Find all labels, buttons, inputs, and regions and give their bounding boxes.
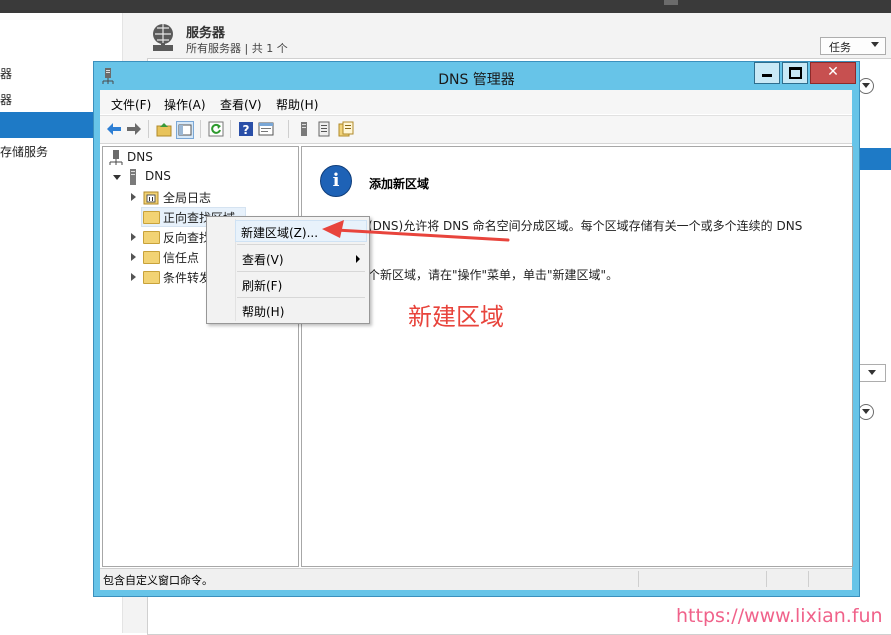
folder-icon <box>143 251 160 264</box>
tree-label-dns-server: DNS <box>145 169 171 183</box>
menu-separator <box>237 297 365 298</box>
chevron-down-icon <box>871 42 879 47</box>
toolbar-separator <box>288 120 289 138</box>
servers-title: 服务器 <box>186 26 226 41</box>
collapsed-arrow-icon[interactable] <box>131 273 136 281</box>
menu-item-view-label: 查看(V) <box>242 253 284 267</box>
menu-file[interactable]: 文件(F) <box>111 96 151 113</box>
menu-bar: 文件(F) 操作(A) 查看(V) 帮助(H) <box>100 90 852 114</box>
close-button[interactable]: ✕ <box>810 62 856 84</box>
list-icon[interactable] <box>316 121 332 137</box>
tree-label-trust-points: 信任点 <box>163 251 200 265</box>
tasks-dropdown-2[interactable] <box>858 364 886 382</box>
help-icon[interactable]: ? <box>238 121 254 137</box>
maximize-button[interactable] <box>782 62 808 84</box>
watermark-text: https://www.lixian.fun <box>676 605 883 627</box>
detail-title: 添加新区域 <box>369 177 430 191</box>
server-icon[interactable] <box>296 121 312 137</box>
toolbar-separator <box>200 120 201 138</box>
nav-item-2[interactable]: 器 <box>0 91 12 108</box>
refresh-icon[interactable] <box>208 121 224 137</box>
dns-root-icon <box>109 150 123 165</box>
tree-label-dns-root: DNS <box>127 150 153 164</box>
menu-item-view[interactable]: 查看(V) <box>208 247 368 269</box>
folder-icon <box>143 231 160 244</box>
detail-pane: i 添加新区域 域名系统(DNS)允许将 DNS 命名空间分成区域。每个区域存储… <box>301 146 853 567</box>
show-hide-tree-icon[interactable] <box>176 121 194 139</box>
status-divider <box>808 571 809 587</box>
servers-subtitle: 所有服务器 | 共 1 个 <box>186 42 288 55</box>
tree-label-reverse-zones: 反向查找 <box>163 231 212 245</box>
info-icon: i <box>320 165 352 197</box>
properties-icon[interactable] <box>258 121 274 137</box>
chevron-down-icon <box>868 370 876 375</box>
menu-action[interactable]: 操作(A) <box>164 96 206 113</box>
top-title-bar <box>0 0 891 13</box>
menu-item-refresh[interactable]: 刷新(F) <box>208 273 368 295</box>
menu-view[interactable]: 查看(V) <box>220 96 262 113</box>
server-row-selected[interactable] <box>858 148 891 170</box>
folder-icon <box>143 211 160 224</box>
collapsed-arrow-icon[interactable] <box>131 233 136 241</box>
tree-node-dns-server[interactable]: DNS <box>113 168 293 186</box>
svg-text:?: ? <box>243 123 250 137</box>
top-bar-accent <box>664 0 678 5</box>
submenu-arrow-icon <box>356 255 360 263</box>
menu-item-new-zone-label: 新建区域(Z)... <box>241 226 319 240</box>
tree-label-conditional-forwarders: 条件转发 <box>163 271 212 285</box>
maximize-icon <box>789 67 802 79</box>
forward-icon[interactable] <box>126 121 142 137</box>
menu-help[interactable]: 帮助(H) <box>276 96 318 113</box>
tasks-label: 任务 <box>829 41 851 54</box>
menu-item-help[interactable]: 帮助(H) <box>208 299 368 321</box>
tree-label-global-logs: 全局日志 <box>163 191 212 205</box>
servers-icon <box>153 24 173 51</box>
tree-node-dns-root[interactable]: DNS <box>107 149 287 167</box>
toolbar-separator <box>148 120 149 138</box>
minimize-icon <box>762 74 772 77</box>
status-divider <box>766 571 767 587</box>
menu-item-new-zone[interactable]: 新建区域(Z)... <box>235 220 367 242</box>
status-bar: 包含自定义窗口命令。 <box>100 568 852 590</box>
collapsed-arrow-icon[interactable] <box>131 253 136 261</box>
up-folder-icon[interactable] <box>156 121 172 137</box>
nav-item-storage-services[interactable]: 存储服务 <box>0 143 48 160</box>
context-menu: 新建区域(Z)... 查看(V) 刷新(F) 帮助(H) <box>206 216 370 324</box>
back-icon[interactable] <box>106 121 122 137</box>
server-icon <box>130 169 136 185</box>
minimize-button[interactable] <box>754 62 780 84</box>
expand-circle-icon[interactable] <box>858 78 874 94</box>
tasks-dropdown[interactable]: 任务 <box>820 37 886 55</box>
nav-item-1[interactable]: 器 <box>0 65 12 82</box>
menu-separator <box>237 244 365 245</box>
expand-circle-icon[interactable] <box>858 404 874 420</box>
detail-text-line-1: 域名系统(DNS)允许将 DNS 命名空间分成区域。每个区域存储有关一个或多个连… <box>320 219 803 233</box>
menu-separator <box>237 271 365 272</box>
window-body: 文件(F) 操作(A) 查看(V) 帮助(H) ? DNS DNS 全局日志 正… <box>100 90 853 590</box>
window-title: DNS 管理器 <box>438 72 515 88</box>
tree-node-global-logs[interactable]: 全局日志 <box>131 188 291 206</box>
menu-item-help-label: 帮助(H) <box>242 305 285 319</box>
close-icon: ✕ <box>827 64 839 80</box>
log-folder-icon <box>143 191 159 205</box>
expanded-arrow-icon[interactable] <box>113 175 121 180</box>
collapsed-arrow-icon[interactable] <box>131 193 136 201</box>
records-icon[interactable] <box>338 121 354 137</box>
annotation-label: 新建区域 <box>408 303 504 331</box>
menu-item-refresh-label: 刷新(F) <box>242 279 283 293</box>
folder-icon <box>143 271 160 284</box>
status-text: 包含自定义窗口命令。 <box>103 574 213 587</box>
tree-pane: DNS DNS 全局日志 正向查找区域 反向查找 信任点 条件转发 <box>102 146 299 567</box>
toolbar-separator <box>230 120 231 138</box>
toolbar: ? <box>100 115 852 144</box>
status-divider <box>638 571 639 587</box>
